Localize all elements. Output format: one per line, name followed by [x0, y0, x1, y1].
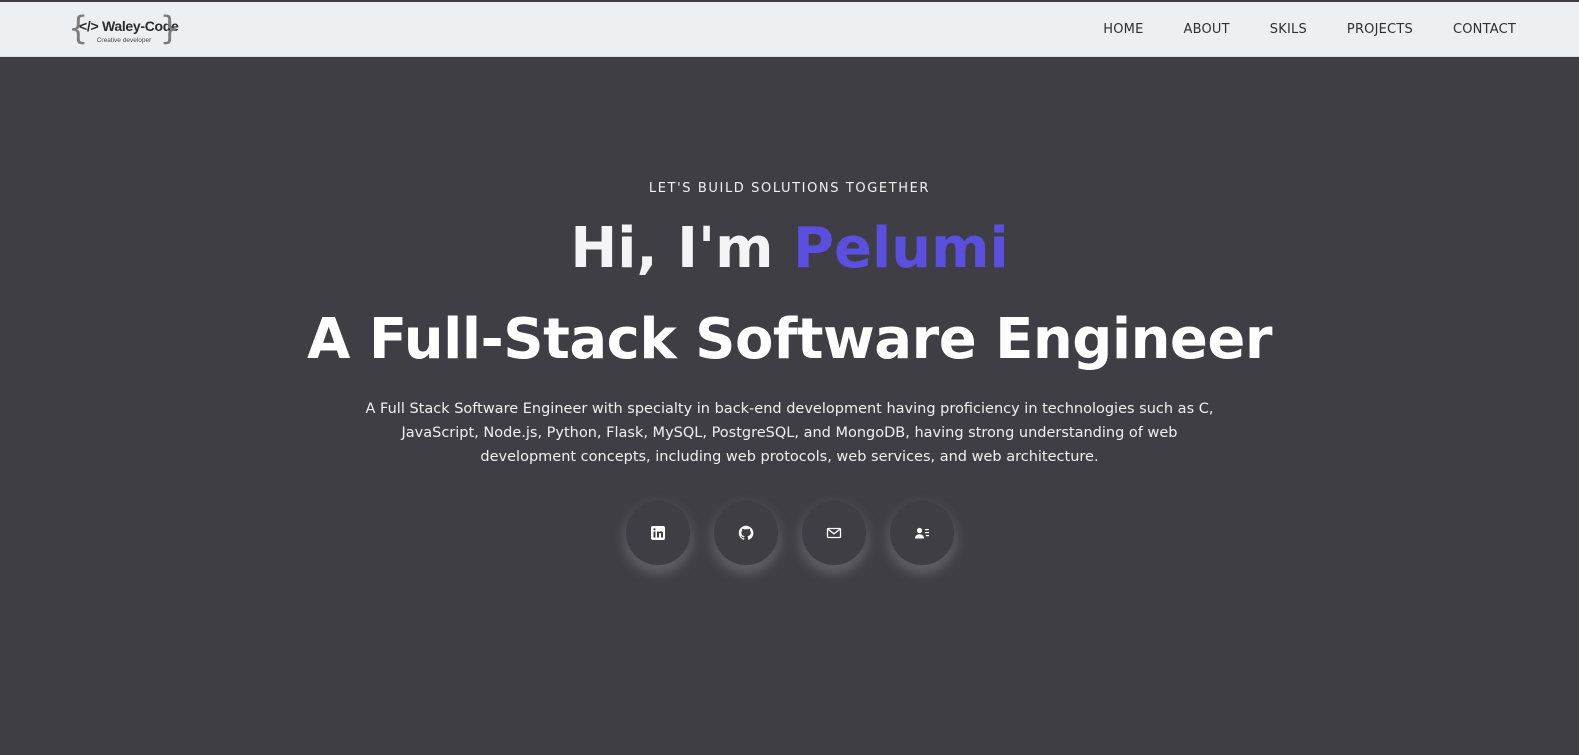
nav-link-projects[interactable]: PROJECTS: [1347, 22, 1413, 37]
code-symbol-icon: </>: [79, 18, 99, 34]
brand-logo[interactable]: { </> Waley-Code Creative developer }: [68, 11, 180, 49]
hero-name: Pelumi: [793, 216, 1009, 281]
mail-icon: [826, 527, 841, 539]
github-icon: [738, 525, 753, 540]
greeting-prefix: Hi, I'm: [570, 216, 794, 281]
hero-role: A Full-Stack Software Engineer: [306, 307, 1273, 372]
hero-greeting: Hi, I'm Pelumi: [0, 215, 1579, 283]
contact-card-icon: [914, 527, 929, 539]
nav-link-home[interactable]: HOME: [1103, 22, 1143, 37]
nav-link-skills[interactable]: SKILS: [1270, 22, 1307, 37]
main-nav: HOME ABOUT SKILS PROJECTS CONTACT: [1063, 2, 1516, 57]
github-button[interactable]: [713, 501, 778, 565]
brand-tagline: Creative developer: [96, 37, 152, 44]
linkedin-button[interactable]: [625, 501, 690, 565]
contact-card-button[interactable]: [889, 501, 954, 565]
hero-eyebrow: LET'S BUILD SOLUTIONS TOGETHER: [648, 181, 931, 196]
social-links: [0, 501, 1579, 565]
logo-right-brace: }: [159, 9, 180, 47]
hero-bio: A Full Stack Software Engineer with spec…: [365, 401, 1214, 465]
nav-link-about[interactable]: ABOUT: [1184, 22, 1230, 37]
navbar: { </> Waley-Code Creative developer } HO…: [0, 2, 1579, 57]
nav-link-contact[interactable]: CONTACT: [1453, 22, 1516, 37]
email-button[interactable]: [801, 501, 866, 565]
logo-wordmark: </> Waley-Code: [79, 18, 179, 34]
linkedin-icon: [650, 526, 665, 540]
